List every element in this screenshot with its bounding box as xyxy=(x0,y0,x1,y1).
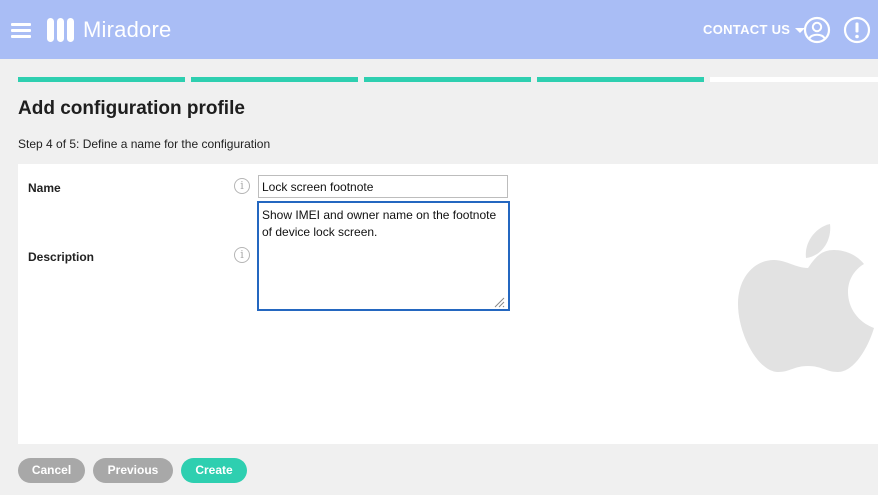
app-name: Miradore xyxy=(83,17,172,42)
app-logo[interactable]: Miradore xyxy=(47,17,171,43)
configuration-form: Name i Description i Show IMEI and owner… xyxy=(18,164,878,444)
progress-step-4 xyxy=(537,77,704,82)
contact-us-label: CONTACT US xyxy=(703,22,791,37)
top-bar: Miradore CONTACT US xyxy=(0,0,878,59)
name-input[interactable] xyxy=(258,175,508,198)
create-button[interactable]: Create xyxy=(181,458,247,483)
page-title: Add configuration profile xyxy=(18,98,245,119)
resize-handle-icon[interactable] xyxy=(493,296,505,308)
progress-step-3 xyxy=(364,77,531,82)
progress-step-2 xyxy=(191,77,358,82)
description-label: Description xyxy=(28,250,95,264)
menu-icon[interactable] xyxy=(11,23,31,38)
progress-step-5 xyxy=(710,77,878,82)
progress-step-1 xyxy=(18,77,185,82)
contact-us-menu[interactable]: CONTACT US xyxy=(703,22,806,37)
description-textarea[interactable]: Show IMEI and owner name on the footnote… xyxy=(257,201,510,311)
logo-mark-icon xyxy=(47,18,74,42)
step-description: Step 4 of 5: Define a name for the confi… xyxy=(18,137,271,151)
name-info-icon[interactable]: i xyxy=(234,178,250,194)
apple-icon xyxy=(738,224,874,372)
name-label: Name xyxy=(28,181,61,195)
alert-icon[interactable] xyxy=(843,16,871,44)
user-account-icon[interactable] xyxy=(803,16,831,44)
cancel-button[interactable]: Cancel xyxy=(18,458,85,483)
description-info-icon[interactable]: i xyxy=(234,247,250,263)
previous-button[interactable]: Previous xyxy=(93,458,173,483)
step-progress-bar xyxy=(18,77,878,83)
